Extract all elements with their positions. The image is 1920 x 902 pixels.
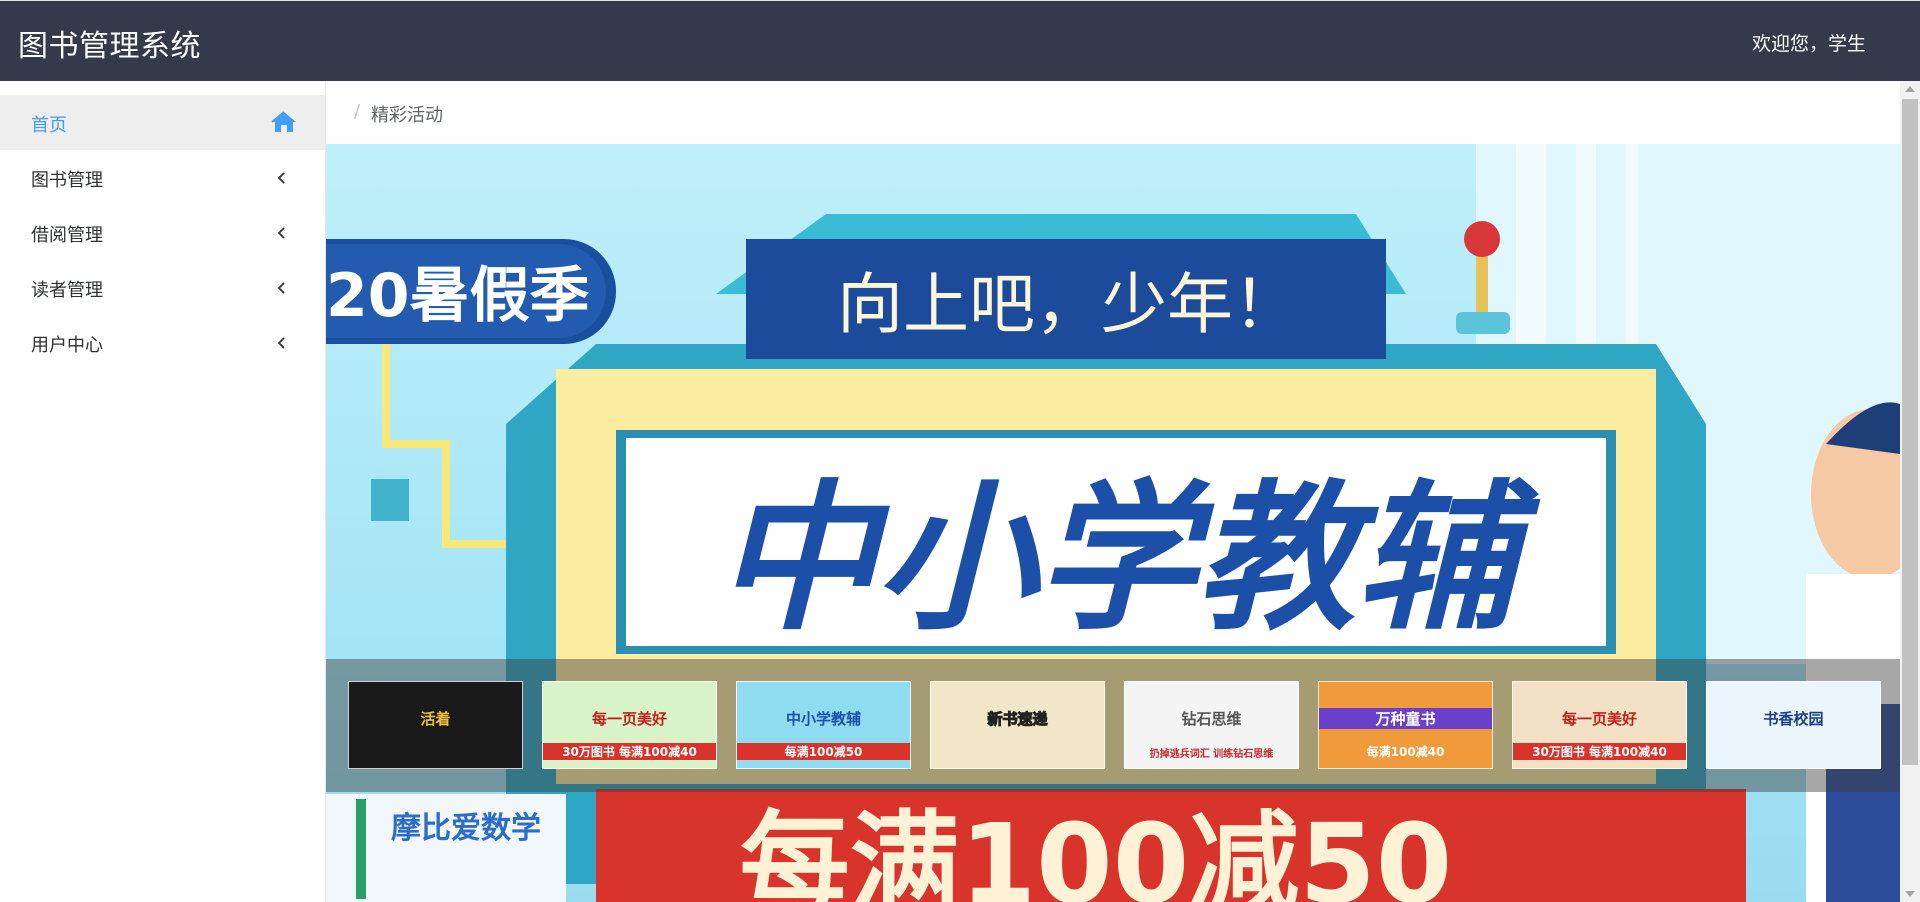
thumbnail-strip: 活着 每一页美好 30万图书 每满100减40 中小学教辅 每满100减50 新… (326, 659, 1900, 792)
chevron-left-icon (277, 282, 285, 294)
vertical-scrollbar[interactable] (1900, 81, 1920, 902)
breadcrumb: / 精彩活动 (326, 81, 1900, 144)
app-title: 图书管理系统 (18, 29, 201, 64)
sidebar-item-label: 首页 (31, 115, 67, 136)
thumbnail-title: 活着 (420, 710, 451, 728)
book-title: 摩比爱数学 (391, 811, 541, 846)
thumbnail-8[interactable]: 书香校园 (1706, 681, 1881, 769)
chevron-left-icon (277, 337, 285, 349)
sidebar: 首页 图书管理 借阅管理 读者管理 用户中心 (0, 81, 326, 902)
thumbnail-subtitle: 30万图书 每满100减40 (1513, 743, 1686, 760)
thumbnail-subtitle: 每满100减50 (737, 743, 910, 760)
sidebar-item-readers[interactable]: 读者管理 (0, 260, 325, 315)
sidebar-item-home[interactable]: 首页 (0, 95, 325, 150)
top-header: 图书管理系统 欢迎您，学生 (0, 0, 1920, 81)
thumbnail-title: 新书速递 (987, 710, 1048, 729)
sidebar-item-label: 图书管理 (31, 170, 103, 191)
home-icon (271, 111, 296, 132)
activity-banner[interactable]: 20暑假季 向上吧，少年！ 中小学教辅 每满100减50 摩比爱数学 活着 每一… (326, 144, 1900, 902)
thumbnail-title: 中小学教辅 (785, 710, 861, 728)
chevron-left-icon (277, 227, 285, 239)
scrollbar-thumb[interactable] (1902, 99, 1918, 765)
season-label: 20暑假季 (326, 261, 590, 331)
thumbnail-6[interactable]: 万种童书 每满100减40 (1318, 681, 1493, 769)
chevron-left-icon (277, 172, 285, 184)
thumbnail-title: 每一页美好 (591, 710, 667, 728)
thumbnail-subtitle: 30万图书 每满100减40 (543, 743, 716, 760)
headline-text: 中小学教辅 (716, 465, 1541, 652)
thumbnail-title: 每一页美好 (1561, 710, 1637, 728)
welcome-user[interactable]: 欢迎您，学生 (1752, 29, 1866, 56)
thumbnail-2[interactable]: 每一页美好 30万图书 每满100减40 (542, 681, 717, 769)
sidebar-item-books[interactable]: 图书管理 (0, 150, 325, 205)
thumbnail-subtitle: 扔掉逃兵词汇 训练钻石思维 (1149, 749, 1274, 760)
sidebar-item-borrow[interactable]: 借阅管理 (0, 205, 325, 260)
sidebar-item-label: 借阅管理 (31, 225, 103, 246)
promo-text: 每满100减50 (740, 800, 1453, 902)
thumbnail-title: 钻石思维 (1181, 710, 1242, 728)
thumbnail-title: 万种童书 (1319, 708, 1492, 729)
thumbnail-5[interactable]: 钻石思维 扔掉逃兵词汇 训练钻石思维 (1124, 681, 1299, 769)
sidebar-item-label: 读者管理 (31, 280, 103, 301)
sidebar-item-label: 用户中心 (31, 335, 103, 356)
thumbnail-subtitle: 每满100减40 (1366, 745, 1445, 759)
thumbnail-7[interactable]: 每一页美好 30万图书 每满100减40 (1512, 681, 1687, 769)
breadcrumb-separator: / (354, 101, 361, 122)
thumbnail-1[interactable]: 活着 (348, 681, 523, 769)
slogan-text: 向上吧，少年！ (837, 266, 1299, 343)
breadcrumb-current[interactable]: 精彩活动 (371, 101, 443, 127)
scroll-down-arrow-icon[interactable] (1905, 891, 1915, 897)
scroll-up-arrow-icon[interactable] (1905, 86, 1915, 92)
thumbnail-4[interactable]: 新书速递 (930, 681, 1105, 769)
thumbnail-title: 书香校园 (1763, 710, 1824, 728)
main-content: / 精彩活动 20暑假季 向上吧，少年！ 中小学教辅 每满100减50 摩比爱数… (326, 81, 1900, 902)
thumbnail-3[interactable]: 中小学教辅 每满100减50 (736, 681, 911, 769)
sidebar-item-user-center[interactable]: 用户中心 (0, 315, 325, 370)
